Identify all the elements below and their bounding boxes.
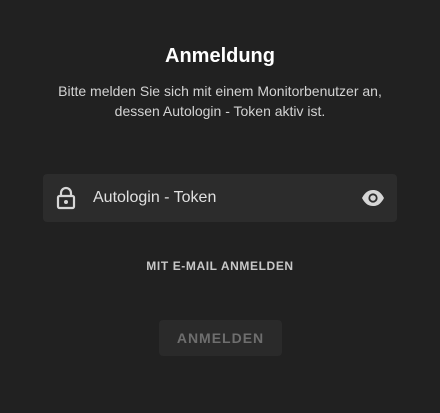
login-dialog: Anmeldung Bitte melden Sie sich mit eine… xyxy=(0,0,440,413)
token-input[interactable] xyxy=(93,174,348,222)
dialog-title: Anmeldung xyxy=(165,45,275,67)
token-field[interactable] xyxy=(43,174,397,222)
subtitle-line-1: Bitte melden Sie sich mit einem Monitorb… xyxy=(58,83,382,99)
eye-icon[interactable] xyxy=(361,187,385,209)
subtitle-line-2: dessen Autologin - Token aktiv ist. xyxy=(114,103,326,119)
email-login-link[interactable]: MIT E-MAIL ANMELDEN xyxy=(0,259,440,273)
dialog-subtitle: Bitte melden Sie sich mit einem Monitorb… xyxy=(30,81,410,121)
lock-icon xyxy=(56,186,76,210)
login-button[interactable]: ANMELDEN xyxy=(159,320,282,356)
